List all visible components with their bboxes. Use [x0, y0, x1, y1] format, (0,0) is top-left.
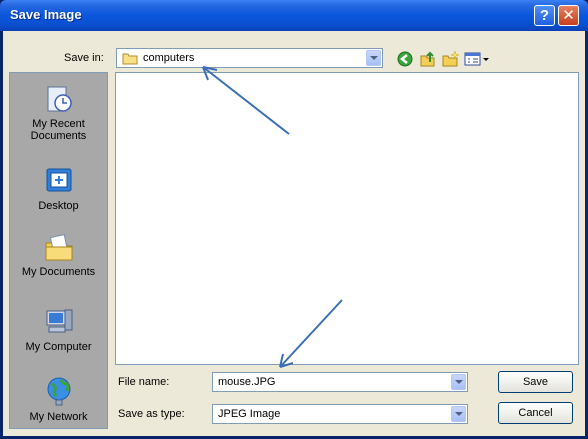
- save-as-type-value: JPEG Image: [218, 408, 281, 420]
- close-button[interactable]: ✕: [558, 5, 579, 26]
- my-documents-icon: [43, 231, 75, 263]
- window-title: Save Image: [10, 7, 82, 22]
- places-bar: My Recent Documents Desktop My Documents…: [9, 72, 108, 429]
- back-icon[interactable]: [396, 50, 414, 68]
- place-label: My Computer: [25, 341, 92, 353]
- place-label: My Documents: [21, 266, 96, 278]
- save-in-value: computers: [143, 52, 195, 64]
- place-my-recent-documents[interactable]: My Recent Documents: [10, 83, 107, 142]
- chevron-down-icon[interactable]: [451, 406, 466, 422]
- my-computer-icon: [43, 306, 75, 338]
- save-image-dialog: Save Image ? ✕ Save in: computers My Rec…: [0, 0, 588, 439]
- place-my-documents[interactable]: My Documents: [10, 231, 107, 278]
- folder-icon: [122, 52, 138, 68]
- save-as-type-label: Save as type:: [118, 408, 185, 420]
- save-in-dropdown[interactable]: computers: [116, 48, 383, 68]
- file-name-value: mouse.JPG: [218, 376, 276, 388]
- place-label: My Recent Documents: [30, 118, 87, 142]
- recent-documents-icon: [43, 83, 75, 115]
- chevron-down-icon[interactable]: [451, 374, 466, 390]
- dialog-body: Save in: computers My Recent Documents D…: [3, 31, 585, 436]
- save-in-label: Save in:: [64, 52, 104, 64]
- place-my-computer[interactable]: My Computer: [10, 306, 107, 353]
- place-label: Desktop: [38, 200, 79, 212]
- my-network-icon: [43, 376, 75, 408]
- cancel-button[interactable]: Cancel: [498, 402, 573, 424]
- title-bar[interactable]: Save Image ? ✕: [0, 0, 588, 31]
- place-my-network[interactable]: My Network: [10, 376, 107, 423]
- place-desktop[interactable]: Desktop: [10, 165, 107, 212]
- save-button[interactable]: Save: [498, 371, 573, 393]
- help-button[interactable]: ?: [534, 5, 555, 26]
- new-folder-icon[interactable]: [442, 50, 460, 68]
- chevron-down-icon[interactable]: [366, 50, 381, 66]
- file-list[interactable]: [115, 72, 579, 365]
- views-menu-icon[interactable]: [464, 50, 490, 68]
- place-label: My Network: [29, 411, 88, 423]
- up-folder-icon[interactable]: [419, 50, 437, 68]
- save-as-type-dropdown[interactable]: JPEG Image: [212, 404, 468, 424]
- file-name-label: File name:: [118, 376, 170, 388]
- desktop-icon: [43, 165, 75, 197]
- file-name-input[interactable]: mouse.JPG: [212, 372, 468, 392]
